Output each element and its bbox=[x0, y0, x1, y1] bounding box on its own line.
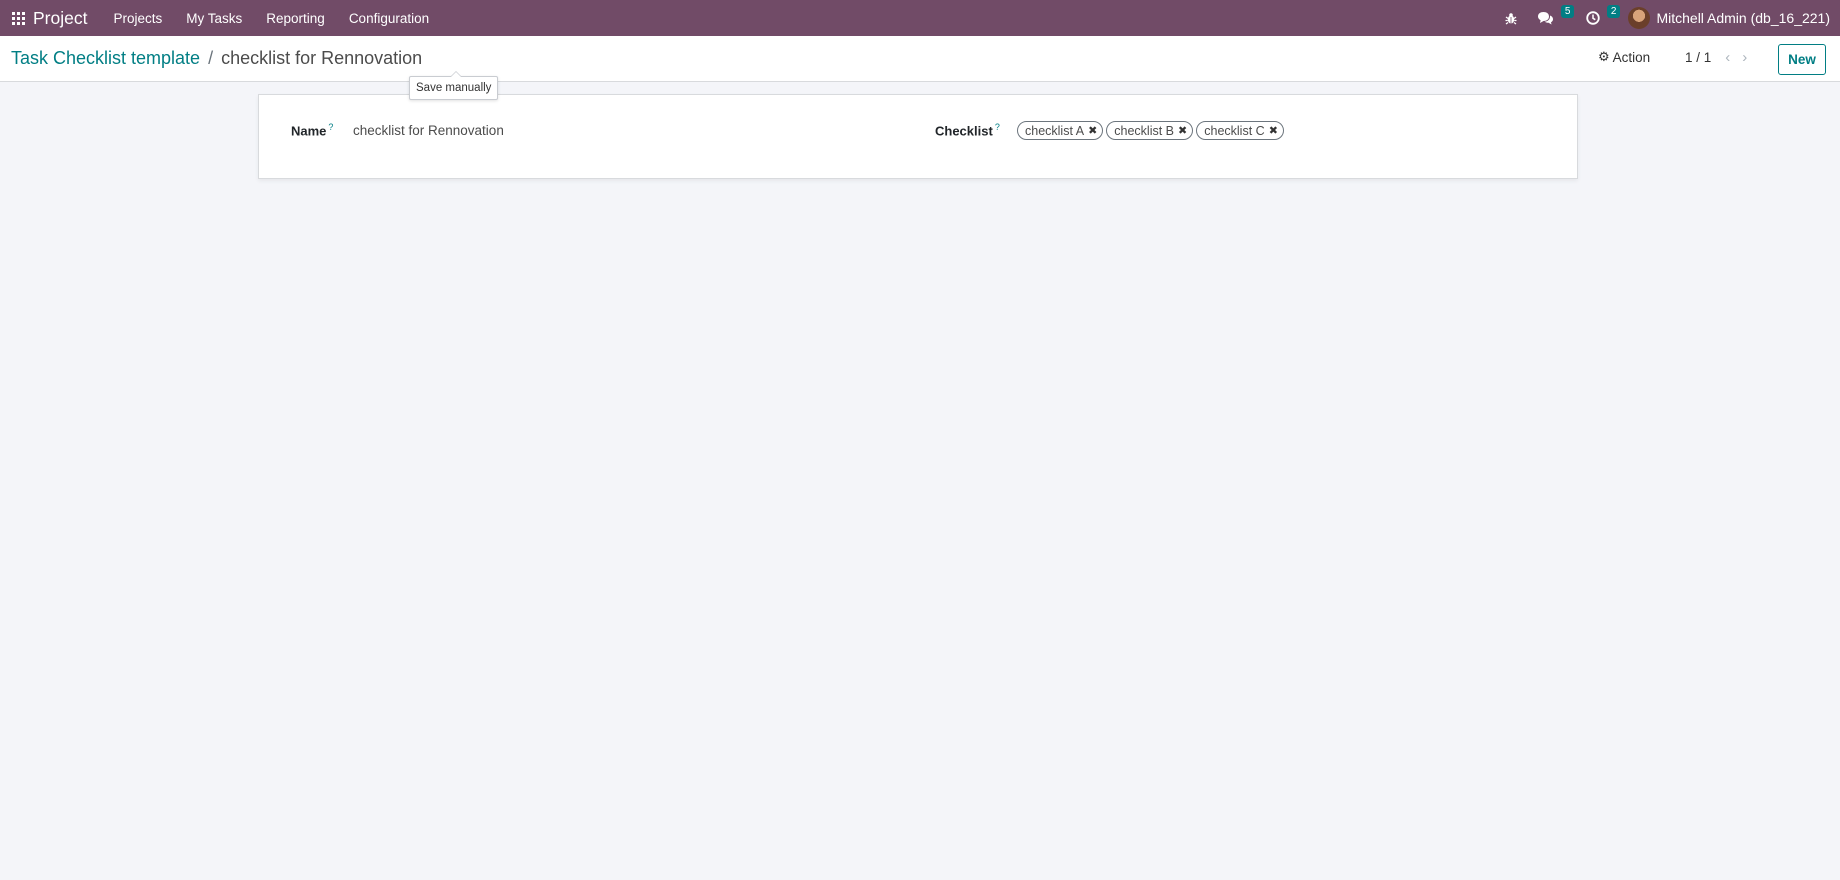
user-menu[interactable]: Mitchell Admin (db_16_221) bbox=[1622, 0, 1840, 36]
messages-badge: 5 bbox=[1560, 5, 1575, 18]
chat-bubbles-icon bbox=[1538, 12, 1554, 25]
name-help-icon[interactable]: ? bbox=[328, 122, 333, 132]
breadcrumb-parent-link[interactable]: Task Checklist template bbox=[11, 48, 200, 69]
checklist-help-icon[interactable]: ? bbox=[995, 122, 1000, 132]
breadcrumb: Task Checklist template / checklist for … bbox=[11, 48, 422, 69]
menu-item-my-tasks[interactable]: My Tasks bbox=[174, 0, 254, 36]
remove-tag-icon[interactable]: ✖ bbox=[1269, 124, 1278, 137]
save-tooltip: Save manually bbox=[409, 71, 499, 100]
top-navbar: Project Projects My Tasks Reporting Conf… bbox=[0, 0, 1840, 36]
checklist-tags-field[interactable]: checklist A ✖ checklist B ✖ checklist C … bbox=[1017, 121, 1287, 140]
activities-menu[interactable]: 2 bbox=[1576, 0, 1622, 36]
control-panel: Task Checklist template / checklist for … bbox=[0, 36, 1840, 82]
checklist-label-text: Checklist bbox=[935, 123, 993, 139]
breadcrumb-separator: / bbox=[208, 48, 214, 68]
form-sheet: Name? checklist for Rennovation Checklis… bbox=[258, 94, 1578, 179]
action-menu-button[interactable]: ⚙ Action bbox=[1598, 49, 1650, 65]
avatar bbox=[1628, 7, 1651, 29]
main-menu: Projects My Tasks Reporting Configuratio… bbox=[101, 0, 441, 36]
clock-icon bbox=[1586, 11, 1601, 25]
pager-value[interactable]: 1 / 1 bbox=[1685, 50, 1711, 65]
debug-menu[interactable] bbox=[1495, 0, 1527, 36]
new-button[interactable]: New bbox=[1778, 44, 1826, 75]
tag-label: checklist C bbox=[1204, 123, 1265, 138]
pager: 1 / 1 ‹ › bbox=[1685, 50, 1747, 65]
checklist-tag[interactable]: checklist B ✖ bbox=[1106, 121, 1194, 140]
checklist-tag[interactable]: checklist A ✖ bbox=[1017, 121, 1104, 140]
action-label: Action bbox=[1612, 49, 1651, 65]
menu-item-reporting[interactable]: Reporting bbox=[254, 0, 337, 36]
checklist-tag[interactable]: checklist C ✖ bbox=[1196, 121, 1284, 140]
messages-menu[interactable]: 5 bbox=[1527, 0, 1576, 36]
user-name: Mitchell Admin (db_16_221) bbox=[1656, 10, 1830, 26]
systray: 5 2 Mitchell Admin (db_16_221) bbox=[1495, 0, 1840, 36]
breadcrumb-current: checklist for Rennovation bbox=[221, 48, 423, 68]
tag-label: checklist B bbox=[1114, 123, 1175, 138]
app-name[interactable]: Project bbox=[33, 8, 87, 29]
remove-tag-icon[interactable]: ✖ bbox=[1088, 124, 1097, 137]
checklist-field-label: Checklist? bbox=[935, 122, 1000, 138]
menu-item-projects[interactable]: Projects bbox=[101, 0, 174, 36]
name-field-label: Name? bbox=[291, 122, 333, 138]
apps-grid-icon[interactable] bbox=[0, 0, 36, 36]
chevron-left-icon[interactable]: ‹ bbox=[1725, 50, 1730, 65]
menu-item-configuration[interactable]: Configuration bbox=[337, 0, 441, 36]
name-label-text: Name bbox=[291, 123, 327, 139]
gear-icon: ⚙ bbox=[1598, 49, 1610, 64]
name-field[interactable]: checklist for Rennovation bbox=[353, 123, 504, 138]
activities-badge: 2 bbox=[1606, 5, 1621, 18]
chevron-right-icon[interactable]: › bbox=[1742, 50, 1747, 65]
remove-tag-icon[interactable]: ✖ bbox=[1178, 124, 1187, 137]
bug-icon bbox=[1505, 12, 1517, 24]
tag-label: checklist A bbox=[1025, 123, 1085, 138]
